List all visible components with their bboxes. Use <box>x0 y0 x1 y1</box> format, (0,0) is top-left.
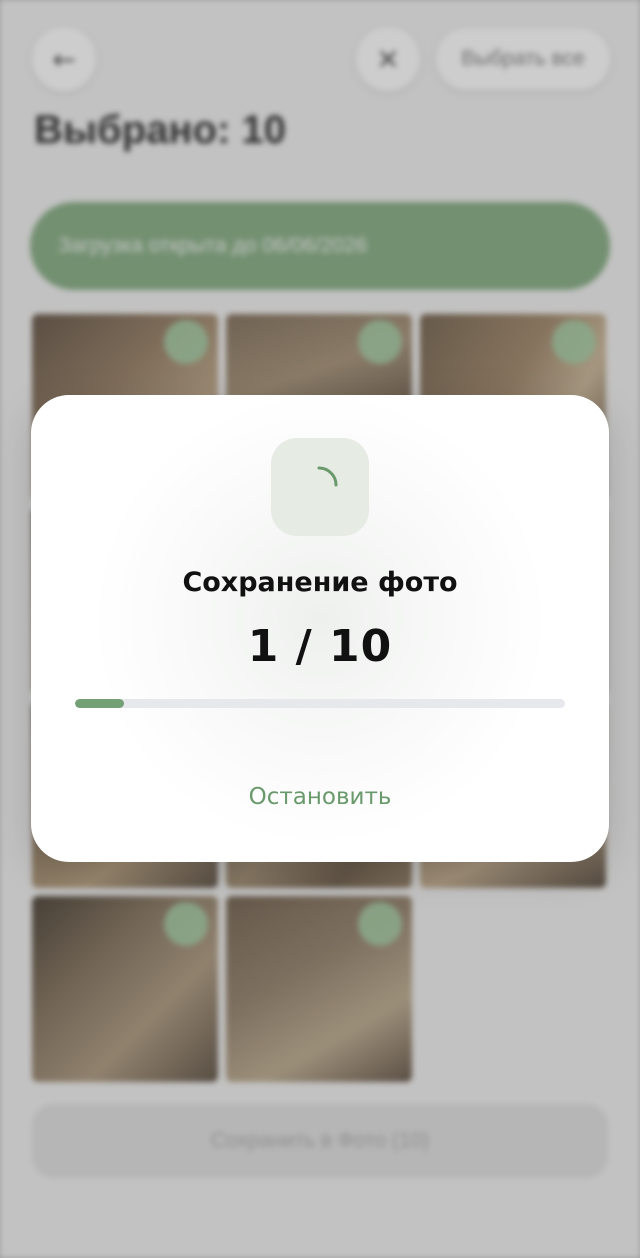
progress-counter: 1 / 10 <box>247 621 393 672</box>
spinner-icon <box>317 466 338 487</box>
stop-button[interactable]: Остановить <box>220 773 420 821</box>
spinner-container <box>271 438 369 536</box>
dialog-title: Сохранение фото <box>182 567 458 598</box>
progress-bar <box>75 699 565 708</box>
saving-progress-dialog: Сохранение фото 1 / 10 Остановить <box>31 395 609 862</box>
progress-bar-fill <box>75 699 124 708</box>
